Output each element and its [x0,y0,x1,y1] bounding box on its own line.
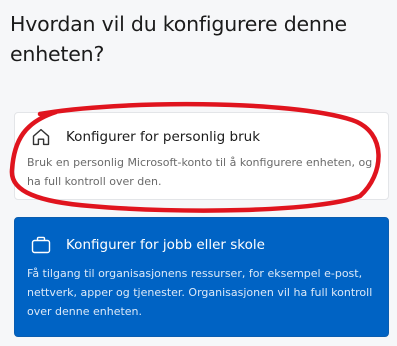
option-work-or-school[interactable]: Konfigurer for jobb eller skole Få tilga… [14,217,389,337]
option-personal-description: Bruk en personlig Microsoft-konto til å … [27,156,373,188]
briefcase-icon [31,236,51,254]
home-icon [32,128,50,146]
page-title: Hvordan vil du konfigurere denne enheten… [10,12,347,66]
option-work-description: Få tilgang til organisasjonens ressurser… [27,267,373,318]
option-work-title: Konfigurer for jobb eller skole [66,237,265,253]
option-personal-use[interactable]: Konfigurer for personlig bruk Bruk en pe… [14,112,389,200]
option-personal-title: Konfigurer for personlig bruk [66,129,261,145]
